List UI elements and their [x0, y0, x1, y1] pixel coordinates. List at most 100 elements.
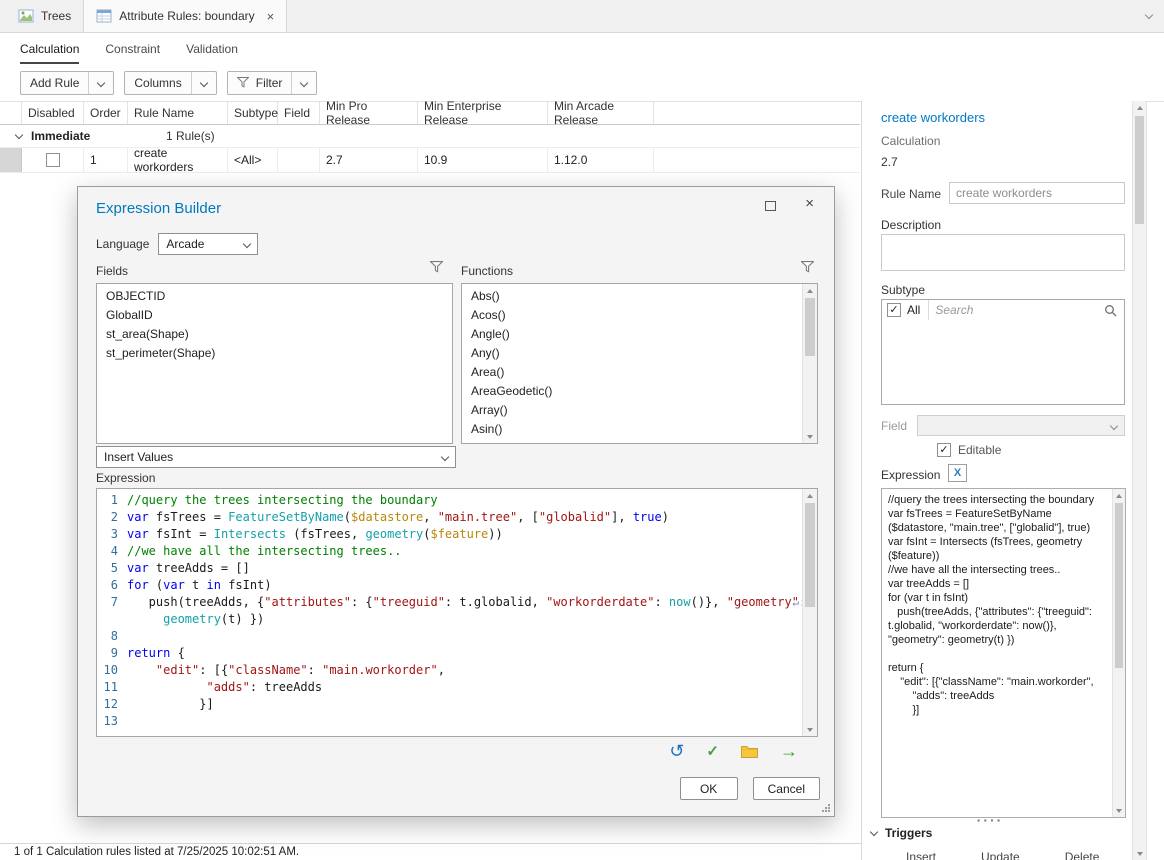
scrollbar-thumb[interactable]	[1115, 503, 1123, 668]
rule-name-input[interactable]	[949, 182, 1125, 204]
list-item[interactable]: st_perimeter(Shape)	[97, 344, 452, 363]
scroll-down-icon[interactable]	[803, 723, 817, 736]
scroll-up-icon[interactable]	[803, 284, 817, 297]
export-expression-icon[interactable]: →	[780, 742, 798, 760]
map-view-icon	[18, 9, 34, 23]
resize-grip[interactable]	[821, 803, 831, 813]
functions-list[interactable]: Abs() Acos() Angle() Any() Area() AreaGeodeti…	[461, 283, 818, 444]
code-line: 9 return {	[110, 646, 185, 660]
fields-list[interactable]: OBJECTID GlobalID st_area(Shape) st_perimet…	[96, 283, 453, 444]
list-item[interactable]: Asin()	[462, 420, 802, 439]
expression-clear-button[interactable]: X	[948, 464, 967, 482]
scroll-up-icon[interactable]	[1133, 101, 1146, 114]
view-tab-attribute-rules[interactable]: Attribute Rules: boundary ×	[83, 0, 288, 32]
editor-scrollbar[interactable]	[802, 489, 817, 736]
scrollbar-thumb[interactable]	[805, 298, 815, 356]
filter-button[interactable]: Filter	[226, 70, 318, 95]
list-item[interactable]: Any()	[462, 344, 802, 363]
subtype-filter-row: All	[881, 299, 1125, 321]
trigger-insert-label[interactable]: Insert	[906, 850, 936, 860]
add-rule-button[interactable]: Add Rule	[20, 70, 115, 95]
rule-details-panel: create workorders Calculation 2.7 Rule N…	[861, 101, 1132, 860]
col-header-min-enterprise[interactable]: Min Enterprise Release	[418, 99, 548, 127]
tab-constraint[interactable]: Constraint	[105, 42, 160, 64]
group-row-immediate[interactable]: Immediate 1 Rule(s)	[0, 125, 860, 148]
list-item[interactable]: Area()	[462, 363, 802, 382]
cancel-button[interactable]: Cancel	[752, 777, 820, 800]
scroll-up-icon[interactable]	[803, 489, 817, 502]
language-label: Language	[96, 237, 150, 251]
scroll-down-icon[interactable]	[803, 430, 817, 443]
columns-button[interactable]: Columns	[124, 70, 217, 95]
col-header-min-pro[interactable]: Min Pro Release	[320, 99, 418, 127]
col-header-disabled[interactable]: Disabled	[22, 102, 84, 124]
list-item[interactable]: OBJECTID	[97, 287, 452, 306]
language-dropdown[interactable]: Arcade	[158, 233, 259, 255]
columns-dropdown[interactable]	[192, 72, 216, 94]
scroll-down-icon[interactable]	[1133, 847, 1146, 860]
group-label: Immediate	[31, 129, 91, 143]
editable-row: Editable	[937, 443, 1001, 457]
col-header-order[interactable]: Order	[84, 102, 128, 124]
list-item[interactable]: Acos()	[462, 306, 802, 325]
list-item[interactable]: st_area(Shape)	[97, 325, 452, 344]
view-tab-trees[interactable]: Trees	[6, 0, 83, 32]
description-input[interactable]	[881, 234, 1125, 271]
col-header-subtype[interactable]: Subtype	[228, 102, 278, 124]
panel-splitter-handle[interactable]	[862, 815, 1118, 825]
trigger-options: Insert Update Delete	[906, 850, 1099, 860]
subtype-search-input[interactable]	[935, 300, 1100, 320]
fields-filter-icon[interactable]	[430, 261, 443, 273]
subtype-all-checkbox[interactable]	[887, 303, 901, 317]
scroll-up-icon[interactable]	[1113, 489, 1125, 502]
field-dropdown[interactable]	[917, 415, 1125, 436]
tab-calculation[interactable]: Calculation	[20, 42, 80, 64]
rule-type-tabs: Calculation Constraint Validation	[0, 34, 1164, 64]
col-header-min-arcade[interactable]: Min Arcade Release	[548, 99, 654, 127]
scrollbar-thumb[interactable]	[1135, 116, 1144, 224]
list-item[interactable]: GlobalID	[97, 306, 452, 325]
close-dialog-icon[interactable]: ×	[805, 196, 814, 211]
panel-scrollbar[interactable]	[1132, 101, 1147, 860]
editable-checkbox[interactable]	[937, 443, 951, 457]
description-label: Description	[881, 218, 942, 232]
triggers-label: Triggers	[885, 826, 933, 840]
preview-scrollbar[interactable]	[1112, 489, 1125, 817]
open-folder-icon[interactable]	[741, 745, 758, 758]
rules-toolbar: Add Rule Columns Filter	[0, 64, 1164, 102]
add-rule-dropdown[interactable]	[89, 72, 113, 94]
list-item[interactable]: Angle()	[462, 325, 802, 344]
disabled-checkbox[interactable]	[45, 153, 60, 167]
ok-button[interactable]: OK	[679, 777, 738, 800]
tab-validation[interactable]: Validation	[186, 42, 238, 64]
list-item[interactable]: AreaGeodetic()	[462, 382, 802, 401]
table-row[interactable]: 1 create workorders <All> 2.7 10.9 1.12.…	[0, 148, 860, 173]
code-line: 12 }]	[103, 697, 214, 711]
expression-label: Expression	[881, 468, 941, 482]
triggers-section-header[interactable]: Triggers	[869, 826, 933, 840]
col-header-rule-name[interactable]: Rule Name	[128, 102, 228, 124]
maximize-icon[interactable]	[765, 201, 776, 211]
expression-code[interactable]: 1//query the trees intersecting the boun…	[97, 489, 802, 736]
trigger-delete-label[interactable]: Delete	[1065, 850, 1100, 860]
filter-dropdown[interactable]	[292, 72, 316, 94]
undo-icon[interactable]: ↺	[669, 742, 684, 760]
row-selector-cell[interactable]	[0, 148, 22, 172]
chevron-down-icon[interactable]	[1144, 10, 1154, 20]
list-item[interactable]: Abs()	[462, 287, 802, 306]
chevron-down-icon	[14, 130, 24, 139]
insert-values-dropdown[interactable]: Insert Values	[96, 446, 456, 468]
close-tab-icon[interactable]: ×	[267, 10, 275, 23]
functions-filter-icon[interactable]	[801, 261, 814, 273]
code-line: 1//query the trees intersecting the boun…	[110, 493, 438, 507]
subtype-list[interactable]	[881, 320, 1125, 405]
list-item[interactable]: Array()	[462, 401, 802, 420]
col-header-field[interactable]: Field	[278, 102, 320, 124]
functions-scrollbar[interactable]	[802, 284, 817, 443]
insert-values-label: Insert Values	[104, 450, 174, 464]
verify-expression-icon[interactable]: ✓	[706, 744, 719, 759]
expression-builder-dialog: Expression Builder × Language Arcade Fie…	[77, 186, 835, 817]
trigger-update-label[interactable]: Update	[981, 850, 1020, 860]
scrollbar-thumb[interactable]	[805, 503, 815, 607]
expression-editor[interactable]: 1//query the trees intersecting the boun…	[96, 488, 818, 737]
